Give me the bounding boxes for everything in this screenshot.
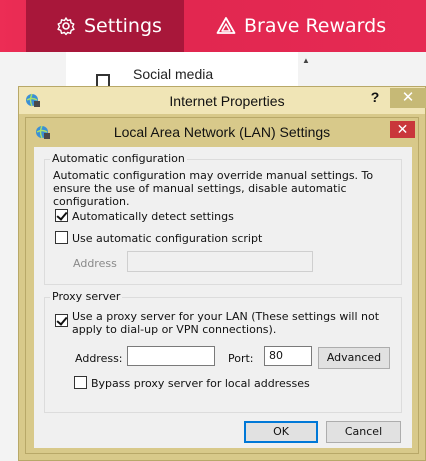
cancel-button[interactable]: Cancel <box>326 421 401 443</box>
tab-settings[interactable]: Settings <box>26 0 184 52</box>
proxy-address-label: Address: <box>75 352 123 365</box>
bypass-local-checkbox[interactable] <box>74 376 87 389</box>
use-proxy-checkbox[interactable] <box>55 314 68 327</box>
auto-config-description: Automatic configuration may override man… <box>53 169 374 208</box>
tab-settings-label: Settings <box>84 15 162 37</box>
use-script-checkbox[interactable] <box>55 231 68 244</box>
gear-icon <box>57 17 75 36</box>
proxy-port-input[interactable]: 80 <box>264 346 312 366</box>
internet-properties-close-button[interactable]: ✕ <box>390 88 426 108</box>
proxy-port-label: Port: <box>228 352 254 365</box>
auto-config-legend: Automatic configuration <box>50 152 187 165</box>
social-media-label: Social media <box>133 66 214 82</box>
proxy-server-legend: Proxy server <box>50 290 123 303</box>
script-address-input[interactable] <box>127 251 313 272</box>
use-script-label[interactable]: Use automatic configuration script <box>72 232 262 245</box>
use-proxy-label[interactable]: Use a proxy server for your LAN (These s… <box>72 310 397 336</box>
ok-button[interactable]: OK <box>244 421 318 443</box>
lan-settings-close-button[interactable]: ✕ <box>390 121 415 138</box>
auto-detect-label[interactable]: Automatically detect settings <box>72 210 234 223</box>
triangle-rewards-icon <box>216 17 236 34</box>
tab-rewards-label: Brave Rewards <box>244 15 387 37</box>
scroll-up-arrow-icon[interactable]: ▲ <box>302 56 310 65</box>
internet-properties-title: Internet Properties <box>169 93 285 109</box>
lan-settings-dialog: Local Area Network (LAN) Settings ✕ Auto… <box>25 117 419 454</box>
lan-settings-titlebar[interactable]: Local Area Network (LAN) Settings ✕ <box>26 118 418 146</box>
internet-properties-titlebar[interactable]: Internet Properties ? ✕ <box>19 87 426 114</box>
lan-settings-title: Local Area Network (LAN) Settings <box>113 124 331 140</box>
tab-brave-rewards[interactable]: Brave Rewards <box>214 0 426 52</box>
bypass-local-label[interactable]: Bypass proxy server for local addresses <box>91 377 310 390</box>
proxy-address-input[interactable] <box>127 346 215 366</box>
script-address-label: Address <box>73 257 117 270</box>
auto-detect-checkbox[interactable] <box>55 209 68 222</box>
advanced-button[interactable]: Advanced <box>318 347 390 369</box>
lan-settings-body: Automatic configuration Automatic config… <box>34 147 412 448</box>
help-button[interactable]: ? <box>367 89 383 109</box>
